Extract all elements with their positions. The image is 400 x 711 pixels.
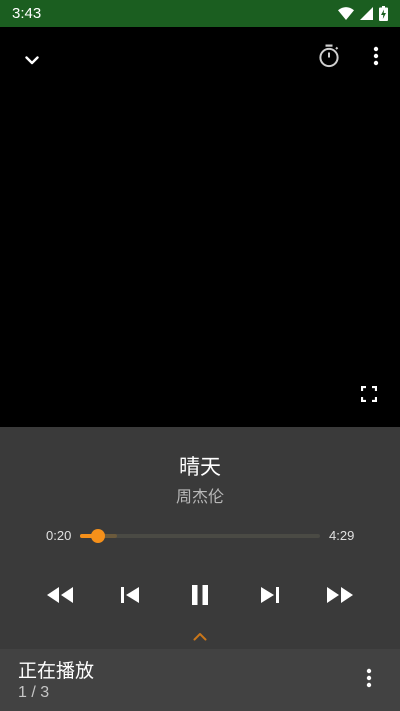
next-button[interactable] bbox=[250, 580, 290, 614]
current-time: 0:20 bbox=[46, 528, 72, 543]
more-vert-icon bbox=[366, 668, 372, 692]
fullscreen-button[interactable] bbox=[354, 381, 384, 411]
status-time: 3:43 bbox=[12, 5, 42, 22]
pause-icon bbox=[190, 584, 210, 610]
timer-icon bbox=[318, 44, 340, 72]
wifi-icon bbox=[338, 7, 354, 20]
player-panel: 晴天 周杰伦 0:20 4:29 bbox=[0, 427, 400, 649]
queue-title: 正在播放 bbox=[18, 660, 95, 682]
more-options-button[interactable] bbox=[362, 41, 390, 75]
video-area[interactable] bbox=[0, 27, 400, 427]
chevron-up-icon bbox=[193, 626, 207, 645]
seek-thumb[interactable] bbox=[90, 529, 105, 543]
playback-controls bbox=[0, 580, 400, 614]
fast-forward-icon bbox=[326, 586, 354, 608]
queue-position: 1 / 3 bbox=[18, 684, 50, 701]
rewind-button[interactable] bbox=[40, 580, 80, 614]
expand-queue-button[interactable] bbox=[186, 625, 214, 645]
pause-button[interactable] bbox=[180, 580, 220, 614]
seek-bar[interactable] bbox=[80, 526, 320, 546]
skip-previous-icon bbox=[120, 586, 140, 608]
queue-more-button[interactable] bbox=[356, 665, 382, 695]
song-title: 晴天 bbox=[179, 455, 221, 479]
collapse-button[interactable] bbox=[14, 45, 50, 73]
chevron-down-icon bbox=[25, 50, 39, 69]
more-vert-icon bbox=[373, 46, 379, 70]
sleep-timer-button[interactable] bbox=[312, 41, 346, 75]
status-bar: 3:43 bbox=[0, 0, 400, 27]
previous-button[interactable] bbox=[110, 580, 150, 614]
fullscreen-icon bbox=[360, 385, 378, 406]
queue-bar[interactable]: 正在播放 1 / 3 bbox=[0, 649, 400, 711]
skip-next-icon bbox=[260, 586, 280, 608]
fast-forward-button[interactable] bbox=[320, 580, 360, 614]
status-icons bbox=[338, 6, 388, 21]
fast-rewind-icon bbox=[46, 586, 74, 608]
total-time: 4:29 bbox=[329, 528, 355, 543]
battery-charging-icon bbox=[379, 6, 388, 21]
song-artist: 周杰伦 bbox=[175, 487, 224, 506]
cellular-signal-icon bbox=[360, 7, 373, 20]
